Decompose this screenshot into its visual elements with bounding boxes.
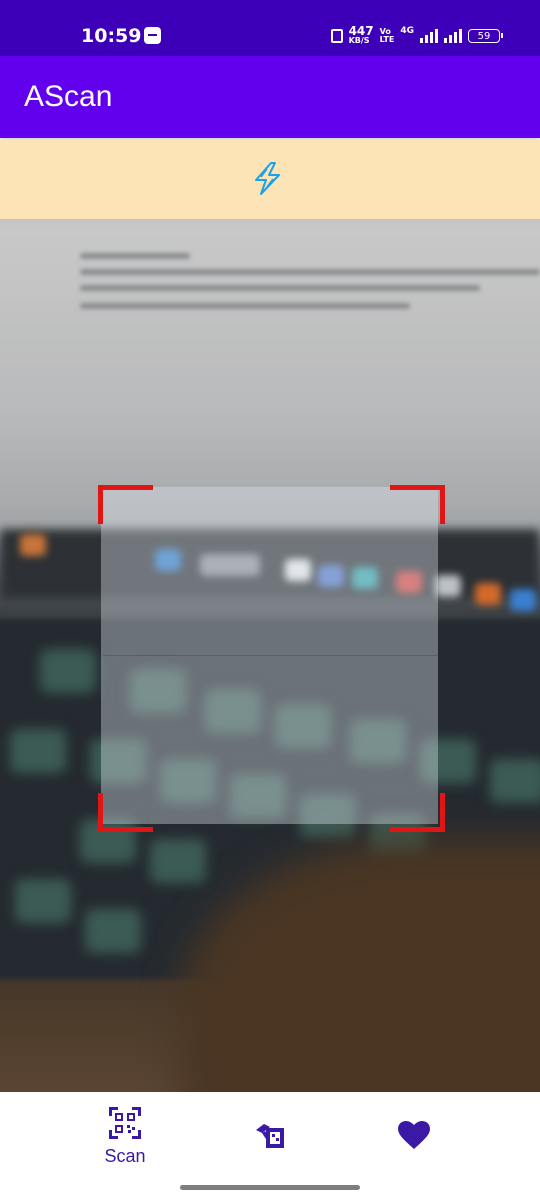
volte-indicator: Vo LTE (380, 28, 395, 44)
status-indicators: 447 KB/S Vo LTE 4G 59 (330, 24, 503, 47)
network-type: 4G (400, 26, 414, 36)
create-qr-icon (256, 1124, 284, 1148)
nav-item-scan[interactable]: Scan (65, 1092, 185, 1182)
nav-item-favorites[interactable] (354, 1092, 474, 1182)
flash-icon[interactable] (251, 161, 287, 197)
vibrate-icon (330, 29, 343, 43)
scan-corner-top-left (98, 485, 153, 524)
notification-icon (144, 27, 161, 44)
qr-code-icon (109, 1107, 141, 1139)
status-time: 10:59 (81, 25, 142, 47)
gesture-bar[interactable] (180, 1185, 360, 1190)
scan-corner-bottom-right (390, 793, 445, 832)
battery-icon: 59 (468, 29, 503, 43)
nav-label-scan: Scan (104, 1146, 146, 1166)
nav-item-create[interactable] (210, 1092, 330, 1182)
heart-icon (398, 1121, 430, 1149)
volte-bottom: LTE (379, 35, 395, 44)
scan-corner-bottom-left (98, 793, 153, 832)
network-speed: 447 KB/S (348, 24, 374, 45)
app-title: AScan (24, 80, 113, 113)
signal-icon (420, 29, 438, 43)
speed-value: 447 (348, 24, 374, 38)
scan-corner-top-right (390, 485, 445, 524)
app-bar: AScan (0, 56, 540, 138)
scan-line (103, 655, 438, 656)
signal-icon-2 (444, 29, 462, 43)
speed-unit: KB/S (348, 36, 370, 45)
status-bar: 10:59 447 KB/S Vo LTE 4G 59 (0, 0, 540, 56)
bottom-navigation: Scan (0, 1092, 540, 1200)
